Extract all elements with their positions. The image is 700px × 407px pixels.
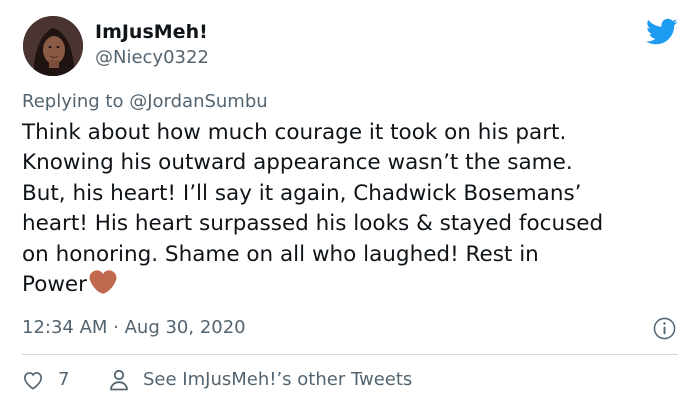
divider [22,354,678,355]
info-icon[interactable] [653,317,676,340]
display-name[interactable]: ImJusMeh! [95,21,208,43]
replying-to: Replying to @JordanSumbu [22,91,268,113]
tweet-timestamp[interactable]: 12:34 AM · Aug 30, 2020 [22,317,246,339]
replying-prefix: Replying to [22,91,130,112]
mention-link[interactable]: @JordanSumbu [129,91,267,112]
tweet-text: Think about how much courage it took on … [22,118,692,300]
avatar-image [23,16,83,76]
like-button[interactable]: 7 [22,369,69,391]
twitter-bird-icon[interactable] [646,18,678,46]
avatar[interactable] [23,16,83,76]
like-count: 7 [58,369,70,390]
user-handle[interactable]: @Niecy0322 [95,47,209,69]
person-outline-icon [110,369,128,391]
see-other-tweets-label: See ImJusMeh!’s other Tweets [143,369,413,390]
heart-outline-icon [23,372,43,390]
brown-heart-icon [89,270,117,294]
see-other-tweets-link[interactable]: See ImJusMeh!’s other Tweets [109,369,412,391]
